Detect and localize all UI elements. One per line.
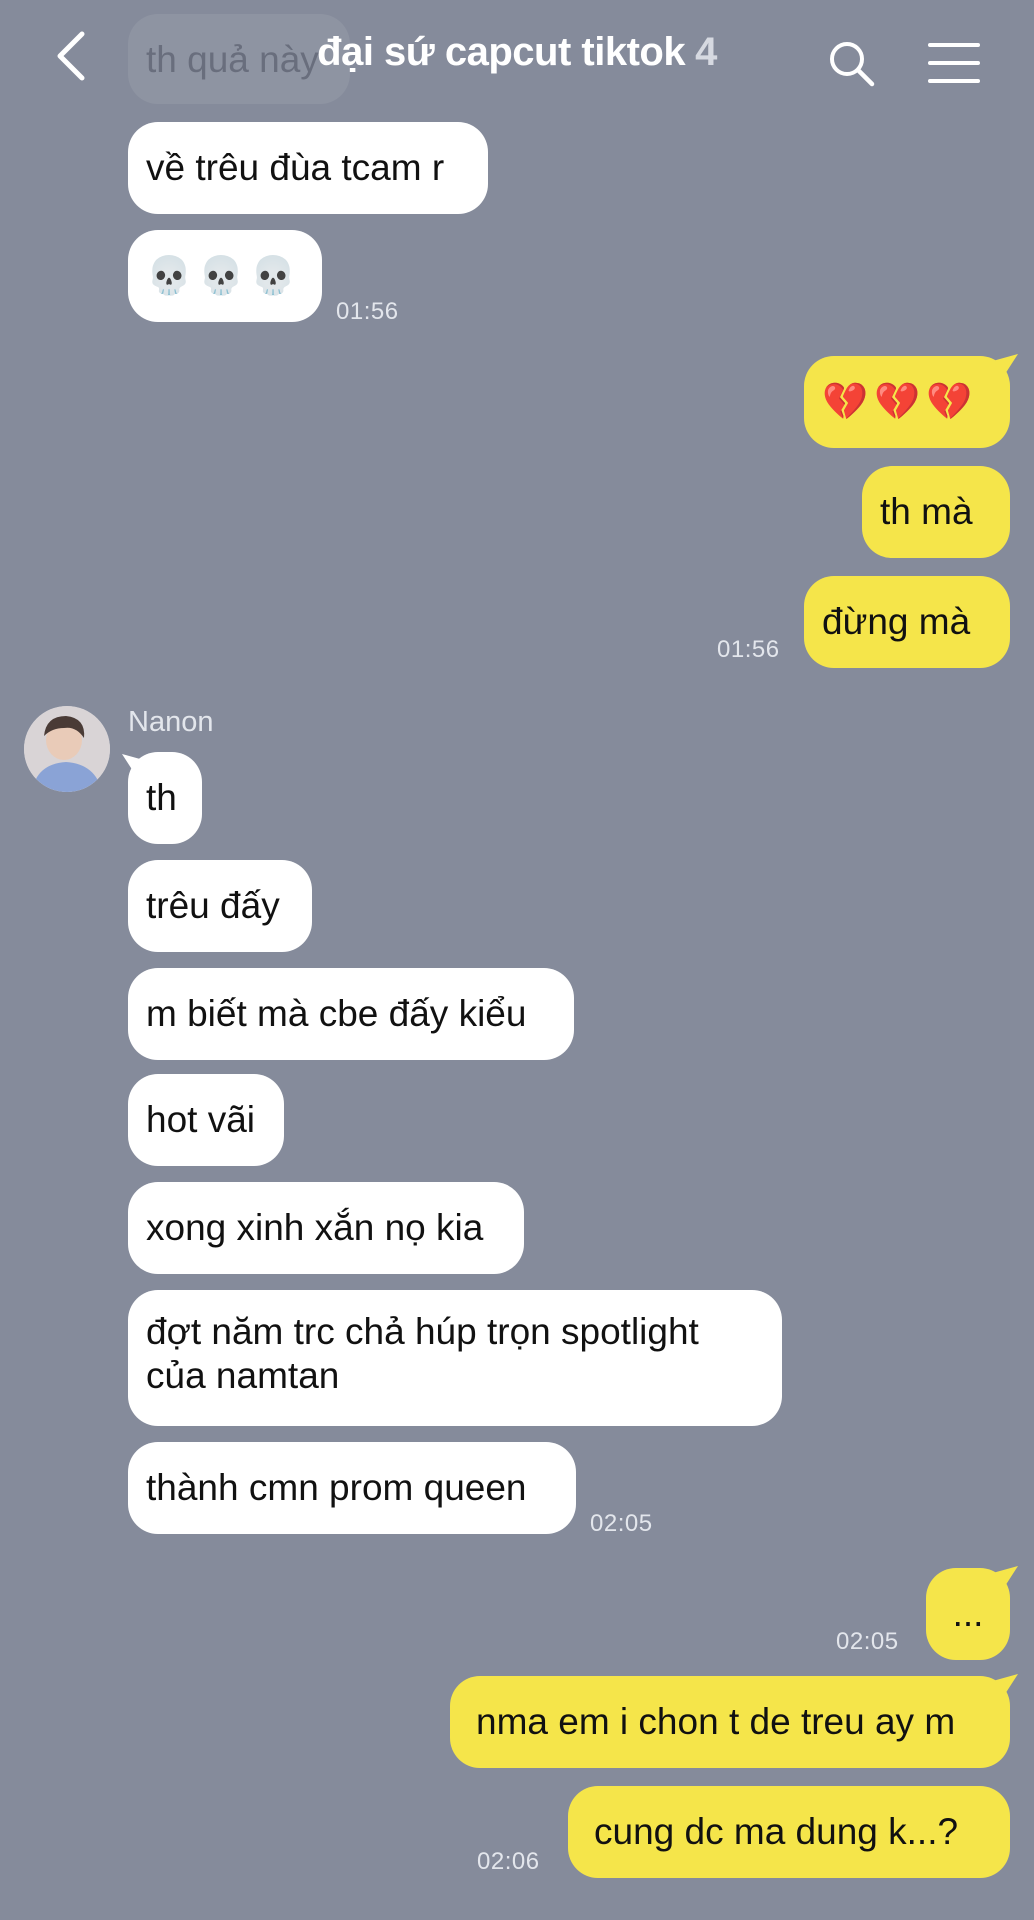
message-bubble-incoming[interactable]: đợt năm trc chả húp trọn spotlight của n… [128,1290,782,1426]
message-timestamp: 01:56 [336,298,399,325]
message-bubble-incoming[interactable]: trêu đấy [128,860,312,952]
message-bubble-incoming[interactable]: m biết mà cbe đấy kiểu [128,968,574,1060]
message-bubble-incoming[interactable]: thành cmn prom queen [128,1442,576,1534]
message-text: 💀💀💀 [146,254,303,297]
message-timestamp: 02:06 [477,1848,540,1875]
sender-name: Nanon [128,706,214,738]
chat-title: đại sứ capcut tiktok 4 [0,30,1034,75]
message-text-line-1: đợt năm trc chả húp trọn spotlight [146,1311,699,1352]
message-text: hot vãi [146,1099,256,1140]
search-button[interactable] [826,38,878,90]
menu-button[interactable] [926,40,982,86]
group-name: đại sứ capcut tiktok [317,30,686,74]
message-text: về trêu đùa tcam r [146,147,445,188]
message-text-line-2: của namtan [146,1355,340,1396]
message-text: trêu đấy [146,885,280,926]
message-bubble-incoming[interactable]: xong xinh xắn nọ kia [128,1182,524,1274]
message-timestamp: 01:56 [717,636,780,663]
search-icon [830,42,875,87]
message-text: ... [952,1593,984,1634]
message-text: thành cmn prom queen [146,1467,527,1508]
message-bubble-incoming[interactable]: về trêu đùa tcam r [128,122,488,214]
message-bubble-incoming[interactable]: hot vãi [128,1074,284,1166]
message-text: th mà [880,491,973,532]
message-bubble-outgoing[interactable]: 💔💔💔 [804,356,1010,448]
message-text: nma em i chon t de treu ay m [476,1701,956,1742]
avatar[interactable] [24,706,110,792]
message-text: 💔💔💔 [822,380,979,423]
message-timestamp: 02:05 [590,1510,653,1537]
message-bubble-outgoing[interactable]: cung dc ma dung k...? [568,1786,1010,1878]
message-timestamp: 02:05 [836,1628,899,1655]
message-text: m biết mà cbe đấy kiểu [146,993,527,1034]
user-avatar-icon [24,706,110,792]
message-bubble-outgoing[interactable]: nma em i chon t de treu ay m [450,1676,1010,1768]
message-bubble-incoming[interactable]: 💀💀💀 [128,230,322,322]
message-bubble-incoming[interactable]: th [128,752,202,844]
member-count: 4 [695,30,717,74]
message-bubble-outgoing[interactable]: đừng mà [804,576,1010,668]
message-text: xong xinh xắn nọ kia [146,1207,484,1248]
message-bubble-outgoing[interactable]: th mà [862,466,1010,558]
message-text: th [146,777,177,818]
chat-header: đại sứ capcut tiktok 4 [0,0,1034,115]
message-text: đừng mà [822,601,971,642]
hamburger-menu-icon [928,43,980,83]
message-text: cung dc ma dung k...? [594,1811,959,1852]
